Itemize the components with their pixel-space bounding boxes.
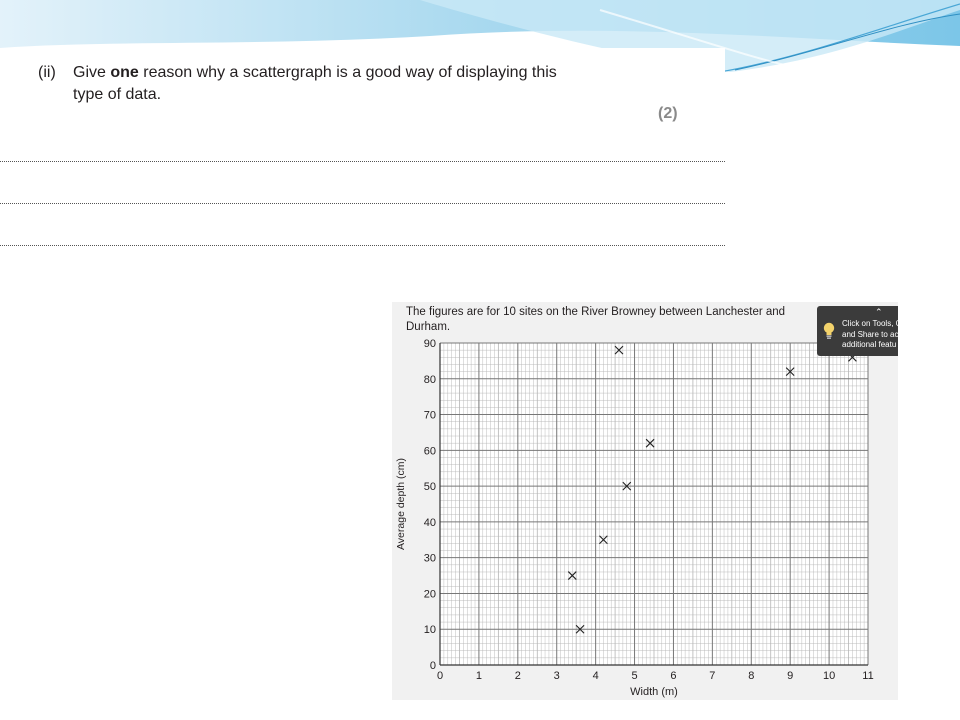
- y-tick-label: 0: [430, 660, 436, 672]
- y-tick-label: 80: [424, 374, 436, 386]
- answer-line[interactable]: [0, 161, 725, 162]
- y-tick-label: 60: [424, 445, 436, 457]
- tools-tooltip[interactable]: ⌃ Click on Tools, C and Share to acc add…: [817, 306, 898, 356]
- chevron-up-icon[interactable]: ⌃: [875, 307, 883, 318]
- x-tick-label: 9: [787, 670, 793, 682]
- x-axis-tick-labels: 0 1 2 3 4 5 6 7 8 9 10 11: [437, 670, 874, 682]
- question-text: (ii) Give one reason why a scattergraph i…: [38, 64, 557, 82]
- x-tick-label: 10: [823, 670, 835, 682]
- question-text-line2: type of data.: [73, 86, 162, 103]
- x-tick-label: 3: [554, 670, 560, 682]
- question-number: (ii): [38, 64, 56, 81]
- x-tick-label: 5: [631, 670, 637, 682]
- y-tick-label: 50: [424, 481, 436, 493]
- x-tick-label: 8: [748, 670, 754, 682]
- x-tick-label: 4: [593, 670, 599, 682]
- y-tick-label: 10: [424, 624, 436, 636]
- y-axis-label: Average depth (cm): [395, 458, 407, 550]
- question-text-start: Give: [73, 64, 111, 81]
- x-tick-label: 6: [670, 670, 676, 682]
- answer-line[interactable]: [0, 245, 725, 246]
- lightbulb-icon: [823, 322, 835, 339]
- y-tick-label: 20: [424, 588, 436, 600]
- tooltip-line2: and Share to acc: [842, 329, 898, 339]
- y-tick-label: 90: [424, 338, 436, 350]
- question-text-end: reason why a scattergraph is a good way …: [138, 64, 557, 81]
- answer-line[interactable]: [0, 203, 725, 204]
- question-marks: (2): [658, 105, 678, 122]
- x-tick-label: 2: [515, 670, 521, 682]
- question-emphasis: one: [110, 64, 139, 81]
- y-tick-label: 70: [424, 410, 436, 422]
- scatter-chart: 0 1 2 3 4 5 6 7 8 9 10 11 0 10 20 30 40 50 60 70 80 90 Width…: [395, 338, 874, 698]
- graph-panel: The figures are for 10 sites on the Rive…: [392, 302, 898, 700]
- y-axis-tick-labels: 0 10 20 30 40 50 60 70 80 90: [424, 338, 436, 672]
- tooltip-line3: additional featu: [842, 340, 897, 349]
- tooltip-line1: Click on Tools, C: [842, 319, 898, 328]
- x-tick-label: 0: [437, 670, 443, 682]
- y-tick-label: 30: [424, 553, 436, 565]
- x-tick-label: 11: [862, 670, 873, 682]
- tooltip-text: Click on Tools, C and Share to acc addit…: [842, 319, 898, 351]
- x-tick-label: 7: [709, 670, 715, 682]
- y-tick-label: 40: [424, 517, 436, 529]
- x-axis-label: Width (m): [630, 686, 678, 698]
- question-panel: (ii) Give one reason why a scattergraph i…: [0, 48, 725, 280]
- x-tick-label: 1: [476, 670, 482, 682]
